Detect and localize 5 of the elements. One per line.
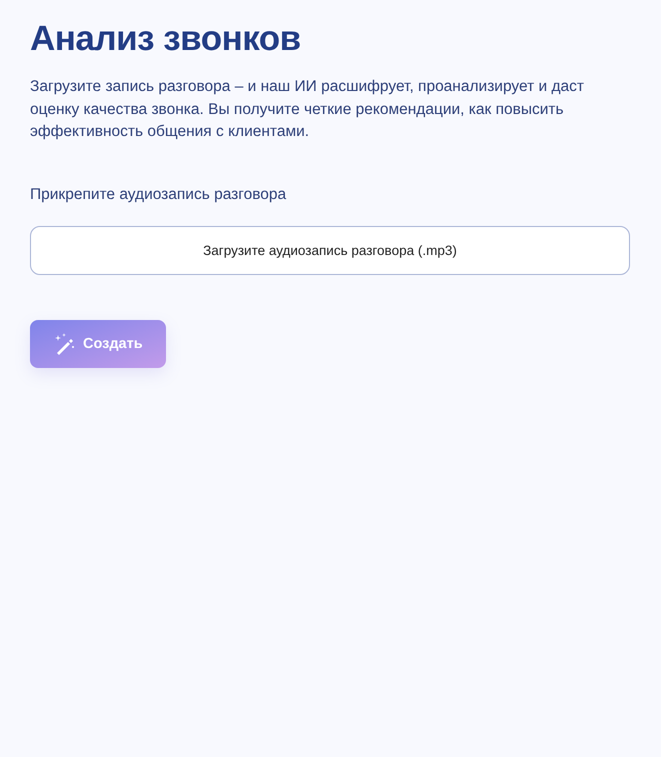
magic-wand-icon [53, 332, 75, 354]
upload-button[interactable]: Загрузите аудиозапись разговора (.mp3) [30, 226, 630, 274]
description: Загрузите запись разговора – и наш ИИ расшифрует, проанализирует и даст оценку качества звонка. Вы получите четкие рекомендации, как повысить эффективность общения с клиентами. [30, 77, 585, 142]
page-title: Анализ звонков [30, 18, 301, 60]
upload-label: Прикрепите аудиозапись разговора [30, 186, 286, 204]
